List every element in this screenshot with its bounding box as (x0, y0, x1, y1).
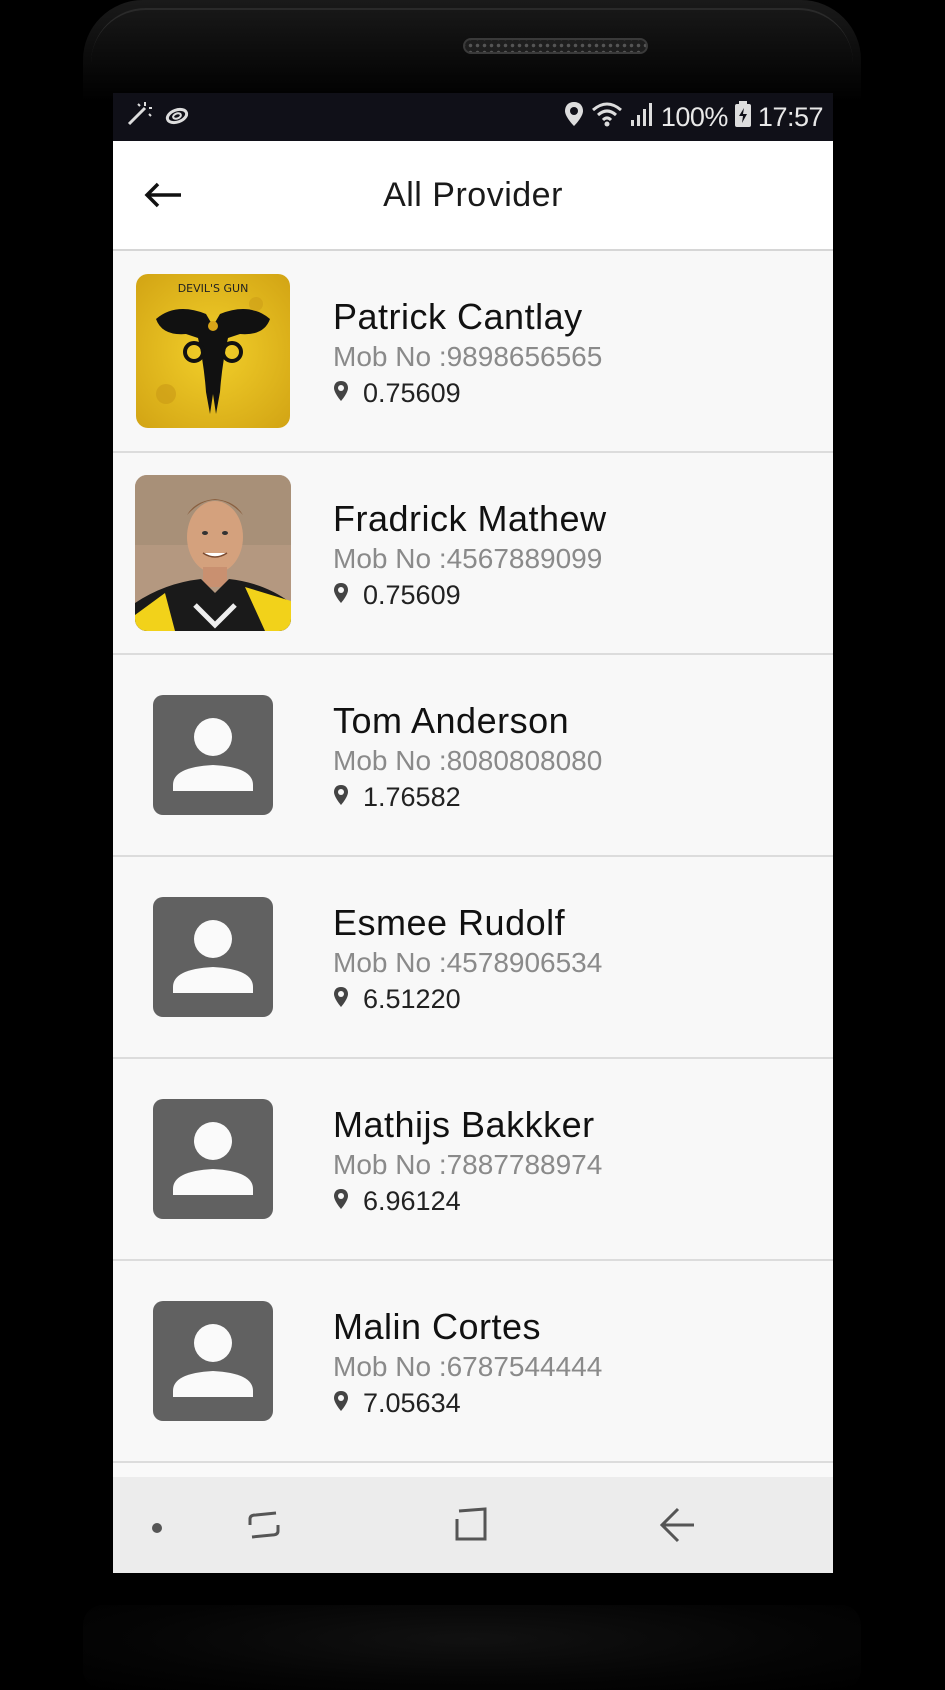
status-bar: 100% 17:57 (113, 93, 833, 141)
provider-name: Esmee Rudolf (333, 902, 566, 943)
default-person-icon (153, 1301, 273, 1421)
provider-mobile: Mob No :8080808080 (333, 745, 603, 776)
battery-icon (734, 100, 752, 135)
provider-row[interactable]: Tom Anderson Mob No :8080808080 1.76582 (113, 655, 833, 857)
provider-distance: 0.75609 (363, 377, 461, 408)
default-person-icon (153, 897, 273, 1017)
provider-name: Tom Anderson (333, 700, 570, 741)
phone-bottom-bezel (83, 1605, 861, 1690)
provider-mobile: Mob No :4567889099 (333, 543, 603, 574)
default-person-icon (153, 1099, 273, 1219)
provider-row[interactable]: Mathijs Bakkker Mob No :7887788974 6.961… (113, 1059, 833, 1261)
provider-distance: 1.76582 (363, 781, 461, 812)
location-pin-icon (333, 784, 349, 810)
provider-info: Fradrick Mathew Mob No :4567889099 0.756… (333, 497, 607, 613)
dot-icon[interactable] (151, 1519, 163, 1538)
wifi-icon (591, 100, 623, 135)
provider-distance: 6.51220 (363, 983, 461, 1014)
arrow-left-icon (143, 180, 183, 214)
provider-info: Mathijs Bakkker Mob No :7887788974 6.961… (333, 1103, 602, 1219)
screen: 100% 17:57 All Provider DEVIL'S GUN Patr… (113, 93, 833, 1573)
location-pin-icon (333, 582, 349, 608)
provider-avatar (135, 475, 291, 631)
provider-avatar: DEVIL'S GUN (136, 274, 290, 428)
provider-info: Patrick Cantlay Mob No :9898656565 0.756… (333, 295, 602, 411)
provider-mobile: Mob No :7887788974 (333, 1149, 603, 1180)
home-icon[interactable] (453, 1505, 489, 1549)
provider-info: Esmee Rudolf Mob No :4578906534 6.51220 (333, 901, 602, 1017)
provider-info: Malin Cortes Mob No :6787544444 7.05634 (333, 1305, 602, 1421)
location-pin-icon (333, 380, 349, 406)
location-pin-icon (333, 986, 349, 1012)
provider-distance: 0.75609 (363, 579, 461, 610)
sync-icon (163, 101, 191, 133)
system-nav-bar (113, 1477, 833, 1573)
page-title: All Provider (383, 175, 563, 214)
provider-distance: 7.05634 (363, 1387, 461, 1418)
provider-info: Tom Anderson Mob No :8080808080 1.76582 (333, 699, 602, 815)
default-person-icon (153, 695, 273, 815)
magic-wand-icon (123, 100, 153, 134)
speaker-grille (463, 38, 648, 54)
provider-name: Mathijs Bakkker (333, 1104, 595, 1145)
provider-row[interactable]: DEVIL'S GUN Patrick Cantlay Mob No :9898… (113, 251, 833, 453)
provider-mobile: Mob No :6787544444 (333, 1351, 603, 1382)
back-icon[interactable] (658, 1505, 696, 1549)
location-icon (563, 100, 585, 135)
battery-percent: 100% (660, 101, 729, 132)
recents-icon[interactable] (246, 1505, 282, 1549)
location-pin-icon (333, 1188, 349, 1214)
provider-mobile: Mob No :4578906534 (333, 947, 603, 978)
provider-list: DEVIL'S GUN Patrick Cantlay Mob No :9898… (113, 251, 833, 1463)
provider-row[interactable]: Malin Cortes Mob No :6787544444 7.05634 (113, 1261, 833, 1463)
avatar-poster-text: DEVIL'S GUN (178, 282, 249, 295)
provider-row[interactable]: Esmee Rudolf Mob No :4578906534 6.51220 (113, 857, 833, 1059)
provider-row[interactable]: Fradrick Mathew Mob No :4567889099 0.756… (113, 453, 833, 655)
provider-name: Fradrick Mathew (333, 498, 607, 539)
app-bar: All Provider (113, 141, 833, 251)
signal-icon (629, 100, 655, 135)
clock: 17:57 (757, 101, 824, 132)
provider-name: Patrick Cantlay (333, 296, 583, 337)
back-button[interactable] (141, 175, 185, 219)
provider-name: Malin Cortes (333, 1306, 542, 1347)
provider-mobile: Mob No :9898656565 (333, 341, 603, 372)
provider-distance: 6.96124 (363, 1185, 461, 1216)
location-pin-icon (333, 1390, 349, 1416)
